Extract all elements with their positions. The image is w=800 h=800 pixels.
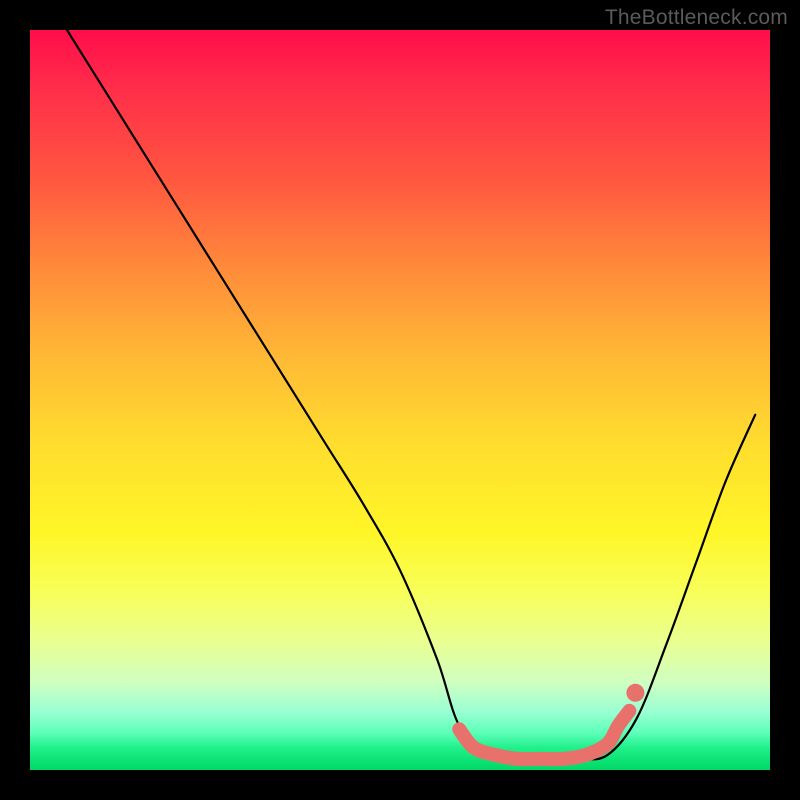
optimum-marker-line — [459, 711, 629, 759]
watermark-text: TheBottleneck.com — [605, 6, 788, 30]
curve-layer — [30, 30, 770, 770]
plot-area — [30, 30, 770, 770]
bottleneck-curve-line — [67, 30, 755, 759]
chart-stage: TheBottleneck.com — [0, 0, 800, 800]
optimum-marker-dot — [626, 684, 644, 702]
